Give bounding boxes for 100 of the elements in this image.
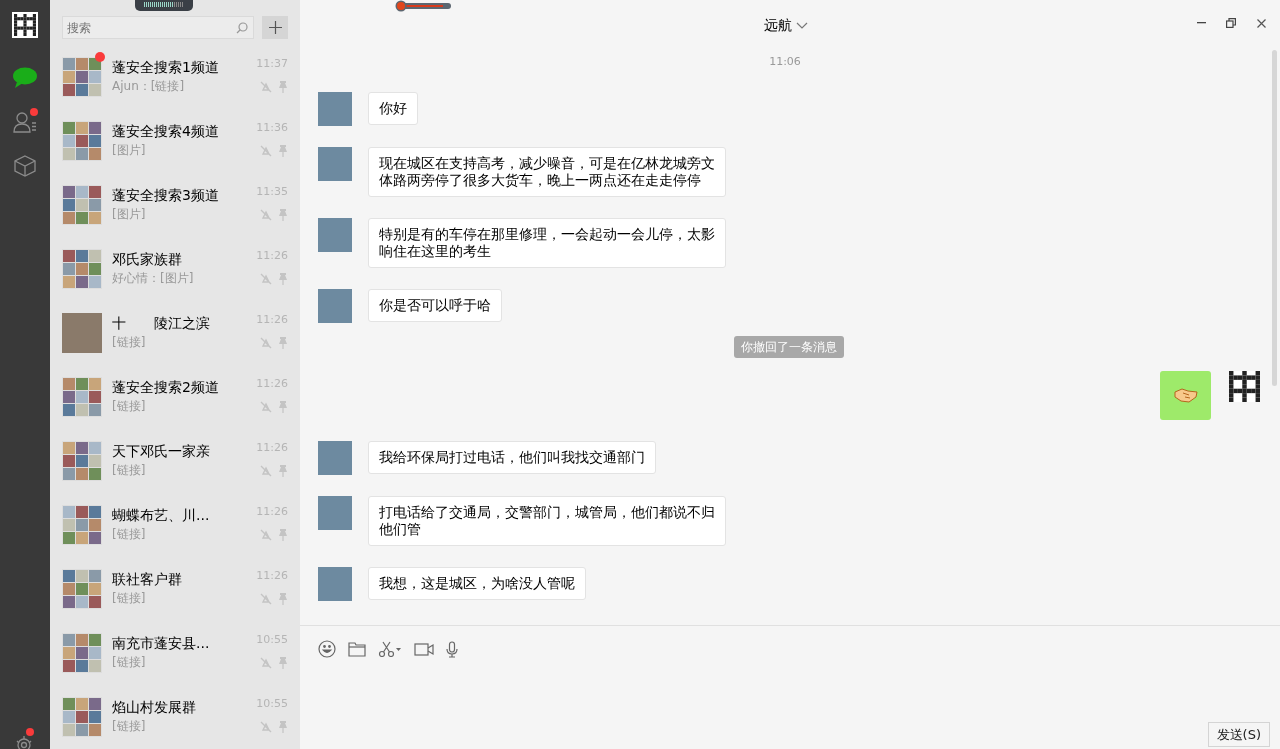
photo-placeholder [318, 440, 352, 475]
chat-preview: Ajun：[链接] [112, 78, 185, 95]
photo-placeholder [318, 566, 352, 601]
send-button[interactable]: 发送(S) [1207, 721, 1270, 747]
muted-bell-icon [260, 593, 272, 605]
avatar-grid-drawing [62, 633, 102, 673]
message-bubble: 我想，这是城区，为啥没人管呢 [368, 566, 586, 600]
level-bars-icon [144, 2, 184, 7]
avatar-grid-drawing [62, 249, 102, 289]
chat-preview: [链接] [112, 654, 146, 671]
message-bubble: 我给环保局打过电话，他们叫我找交通部门 [368, 440, 656, 474]
chat-name: 十 陵江之滨 [112, 314, 210, 333]
avatar-grid-drawing [62, 569, 102, 609]
message-time: 11:06 [769, 54, 801, 70]
photo-placeholder [318, 146, 352, 181]
photo-placeholder [318, 91, 352, 126]
pin-icon [278, 721, 288, 733]
avatar-grid-drawing [62, 377, 102, 417]
chat-name: 蓬安全搜索2频道 [112, 378, 219, 397]
pin-icon [278, 529, 288, 541]
muted-bell-icon [260, 81, 272, 93]
scrollbar-thumb[interactable] [1272, 50, 1277, 386]
chat-name: 蓬安全搜索4频道 [112, 122, 219, 141]
chat-name: 蓬安全搜索3频道 [112, 186, 219, 205]
chat-bubble-icon[interactable] [12, 67, 38, 89]
handshake-icon [1173, 387, 1198, 403]
search-icon [236, 22, 248, 34]
chat-name: 蝴蝶布艺、川... [112, 506, 210, 525]
photo-placeholder [318, 217, 352, 252]
message-bubble: 打电话给了交通局，交警部门，城管局，他们都说不归他们管 [368, 495, 726, 546]
close-icon [1256, 18, 1266, 28]
add-button[interactable] [262, 16, 288, 39]
chat-preview: [图片] [112, 142, 146, 159]
pin-icon [278, 401, 288, 413]
pin-icon [278, 465, 288, 477]
pin-icon [278, 273, 288, 285]
muted-bell-icon [260, 721, 272, 733]
chat-preview: [链接] [112, 526, 146, 543]
photo-placeholder [62, 313, 102, 353]
muted-bell-icon [260, 529, 272, 541]
chat-preview: [链接] [112, 398, 146, 415]
muted-bell-icon [260, 273, 272, 285]
microphone-icon [446, 640, 458, 658]
message-bubble: 你好 [368, 91, 418, 125]
folder-icon [348, 641, 366, 657]
person-icon[interactable] [13, 111, 37, 133]
pin-icon [278, 209, 288, 221]
muted-bell-icon [260, 209, 272, 221]
muted-bell-icon [260, 401, 272, 413]
muted-bell-icon [260, 145, 272, 157]
chat-name: 焰山村发展群 [112, 698, 196, 717]
voice-call-button[interactable] [446, 640, 458, 658]
pin-icon [278, 145, 288, 157]
chat-title: 远航 [764, 15, 792, 35]
avatar-grid-drawing [62, 505, 102, 545]
avatar-grid-drawing [62, 441, 102, 481]
chat-preview: [链接] [112, 590, 146, 607]
recall-notice: 你撤回了一条消息 [734, 335, 844, 358]
chat-name: 联社客户群 [112, 570, 182, 589]
chat-preview: [链接] [112, 718, 146, 735]
screenshot-button[interactable] [378, 641, 402, 657]
chat-name: 蓬安全搜索1频道 [112, 58, 219, 77]
chat-preview: 好心情：[图片] [112, 270, 194, 287]
video-call-button[interactable] [414, 642, 434, 656]
chat-preview: [图片] [112, 206, 146, 223]
cube-icon[interactable] [14, 155, 36, 177]
minimize-icon [1196, 22, 1206, 24]
pin-icon [278, 593, 288, 605]
avatar-grid-drawing [62, 57, 102, 97]
muted-bell-icon [260, 657, 272, 669]
pin-icon [278, 81, 288, 93]
scissors-icon [378, 641, 402, 657]
muted-bell-icon [260, 337, 272, 349]
plus-icon [268, 21, 282, 34]
muted-bell-icon [260, 465, 272, 477]
emoji-button[interactable] [318, 640, 336, 658]
avatar-grid-drawing [62, 121, 102, 161]
file-button[interactable] [348, 641, 366, 657]
pin-icon [278, 337, 288, 349]
qr-code-avatar [14, 14, 36, 36]
restore-icon [1226, 18, 1236, 28]
chat-name: 天下邓氏一家亲 [112, 442, 210, 461]
chevron-down-icon[interactable] [796, 21, 808, 29]
gauge-drawing [395, 0, 452, 12]
chat-name: 南充市蓬安县... [112, 634, 210, 653]
avatar-grid-drawing [62, 185, 102, 225]
pin-icon [278, 657, 288, 669]
message-bubble: 你是否可以呼于哈 [368, 288, 502, 322]
qr-code-avatar [1229, 370, 1260, 402]
search-field[interactable]: 搜索 [62, 16, 254, 39]
smiley-icon [318, 640, 336, 658]
message-bubble: 现在城区在支持高考，减少噪音，可是在亿林龙城旁文体路两旁停了很多大货车，晚上一两点还在走走停停 [368, 146, 726, 197]
photo-placeholder [318, 495, 352, 530]
avatar-grid-drawing [62, 697, 102, 737]
chat-preview: [链接] [112, 334, 146, 351]
message-bubble: 特别是有的车停在那里修理，一会起动一会儿停，太影响住在这里的考生 [368, 217, 726, 268]
settings-icon[interactable] [14, 735, 34, 749]
photo-placeholder [318, 288, 352, 323]
video-camera-icon [414, 642, 434, 656]
chat-preview: [链接] [112, 462, 146, 479]
